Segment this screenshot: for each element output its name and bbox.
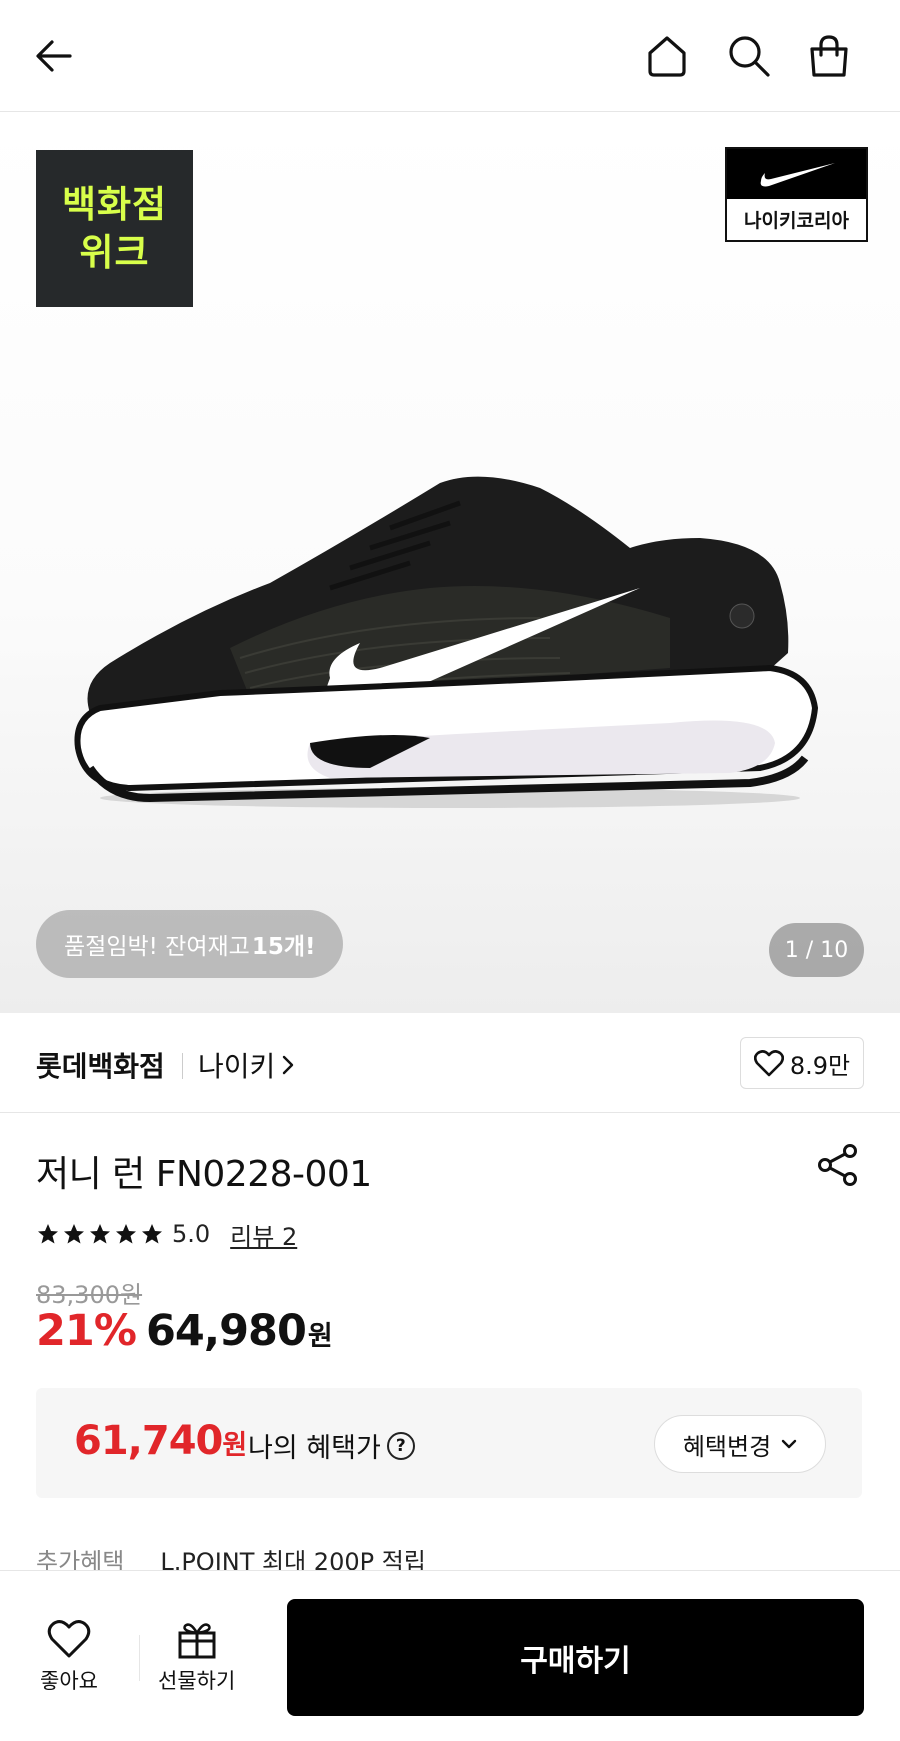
star-icon — [90, 1224, 110, 1244]
store-like-button[interactable]: 8.9만 — [740, 1037, 864, 1089]
brand-logo-text: 나이키코리아 — [744, 210, 849, 232]
back-button[interactable] — [26, 28, 82, 84]
promo-badge-line2: 위크 — [79, 230, 150, 274]
like-button[interactable]: 좋아요 — [40, 1619, 98, 1695]
star-icon — [38, 1224, 58, 1244]
rating-row: 5.0 리뷰 2 — [36, 1217, 297, 1251]
brand-link[interactable]: 나이키 — [198, 1045, 295, 1085]
arrow-left-icon — [36, 40, 72, 72]
rating-value: 5.0 — [172, 1220, 211, 1248]
like-label: 좋아요 — [40, 1669, 98, 1693]
store-separator — [182, 1053, 183, 1079]
original-price: 83,300원 — [36, 1281, 143, 1309]
brand-link-label: 나이키 — [198, 1050, 276, 1083]
product-title: 저니 런 FN0228-001 — [36, 1154, 372, 1195]
star-icon — [142, 1224, 162, 1244]
bottom-bar-separator — [139, 1635, 140, 1681]
home-button[interactable] — [639, 28, 695, 84]
promo-badge-line1: 백화점 — [61, 182, 168, 226]
share-icon — [818, 1144, 857, 1186]
benefit-price-value: 61,740 — [74, 1418, 223, 1464]
star-rating — [36, 1222, 164, 1246]
top-nav-bar — [0, 0, 900, 112]
benefit-label-group: 나의 혜택가 ? — [248, 1426, 415, 1465]
home-icon — [648, 36, 686, 77]
like-count: 8.9만 — [789, 1051, 851, 1080]
heart-icon — [753, 1050, 784, 1077]
sale-price: 64,980 — [145, 1306, 307, 1356]
benefit-price-currency: 원 — [222, 1430, 247, 1461]
gift-button[interactable]: 선물하기 — [158, 1619, 235, 1695]
image-counter: 1 / 10 — [769, 923, 864, 977]
store-info-row: 롯데백화점 나이키 8.9만 — [0, 1013, 900, 1113]
share-button[interactable] — [810, 1140, 866, 1190]
swoosh-logo-icon — [760, 163, 835, 187]
benefit-price: 61,740원 — [74, 1418, 247, 1464]
search-button[interactable] — [721, 28, 777, 84]
price-row: 21% 64,980 원 — [36, 1306, 333, 1356]
bottom-action-bar: 좋아요 선물하기 구매하기 — [0, 1570, 900, 1741]
low-stock-badge: 품절임박! 잔여재고 15개! — [36, 910, 344, 978]
gift-label: 선물하기 — [158, 1669, 236, 1693]
benefit-label: 나의 혜택가 — [248, 1433, 381, 1464]
gift-icon — [178, 1623, 216, 1659]
help-icon[interactable]: ? — [386, 1431, 415, 1460]
promo-badge: 백화점 위크 — [36, 150, 193, 307]
price-currency: 원 — [307, 1321, 333, 1352]
star-icon — [64, 1224, 84, 1244]
star-icon — [116, 1224, 136, 1244]
low-stock-text: 품절임박! 잔여재고 — [64, 934, 250, 960]
product-image-carousel[interactable]: 백화점 위크 나이키코리아 품절임박! 잔여재고 15개! 1 / 10 — [0, 113, 900, 1013]
benefit-price-box: 61,740원 나의 혜택가 ? 혜택변경 — [36, 1388, 862, 1498]
chevron-down-icon — [781, 1439, 797, 1449]
search-icon — [729, 36, 770, 77]
cart-button[interactable] — [801, 28, 857, 84]
buy-button[interactable]: 구매하기 — [287, 1599, 864, 1716]
review-link[interactable]: 리뷰 2 — [230, 1217, 297, 1252]
product-shoe-image — [74, 476, 819, 808]
shopping-bag-icon — [810, 35, 848, 77]
change-benefit-button[interactable]: 혜택변경 — [654, 1415, 826, 1473]
chevron-right-icon — [283, 1055, 294, 1075]
change-benefit-label: 혜택변경 — [682, 1432, 772, 1461]
brand-logo: 나이키코리아 — [725, 147, 868, 242]
discount-rate: 21% — [36, 1306, 137, 1356]
store-name: 롯데백화점 — [36, 1050, 165, 1083]
heart-icon — [47, 1620, 91, 1658]
low-stock-count: 15개! — [251, 934, 316, 960]
